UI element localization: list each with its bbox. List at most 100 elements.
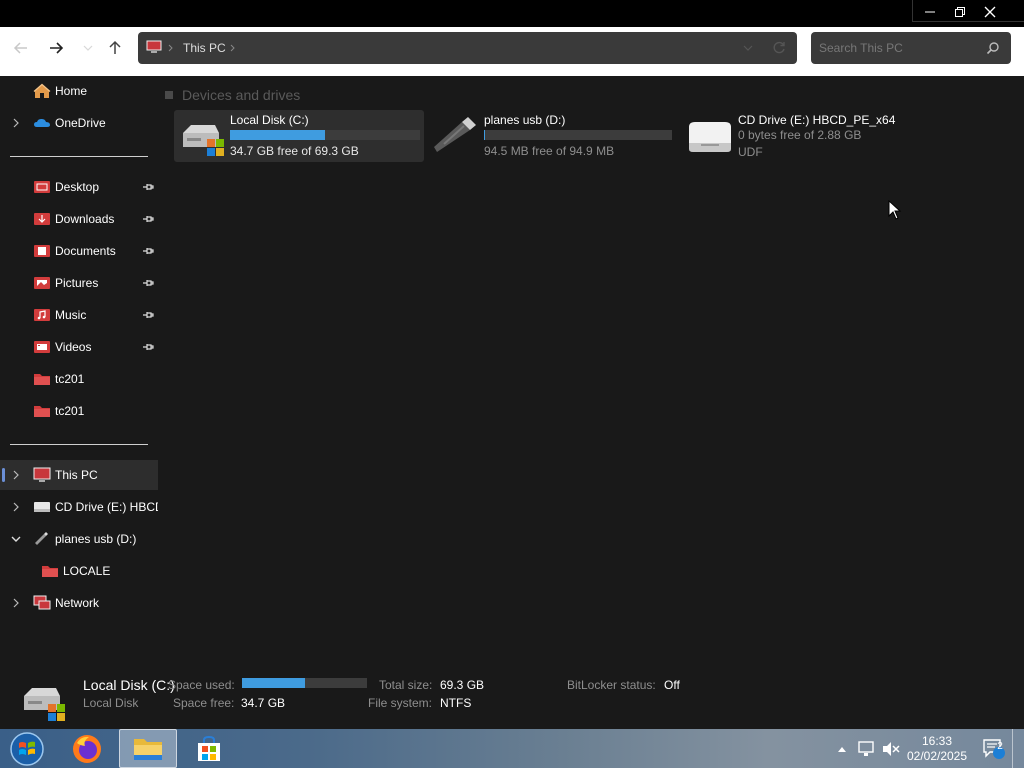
file-explorer-icon [134,738,162,760]
drive-free-space: 34.7 GB free of 69.3 GB [230,144,359,158]
drive-tile-e[interactable]: CD Drive (E:) HBCD_PE_x64 0 bytes free o… [682,110,932,162]
search-box[interactable]: Search This PC [811,32,1011,64]
clock-time: 16:33 [921,733,953,748]
sidebar-item-cd-drive[interactable]: CD Drive (E:) HBCD_PE_x64 [0,492,158,522]
music-folder-icon [34,309,50,321]
drive-usage-fill [230,130,325,140]
sidebar-item-this-pc[interactable]: This PC [0,460,158,490]
sidebar-item-desktop[interactable]: Desktop [0,172,158,202]
space-used-bar [242,678,367,688]
cd-drive-icon [34,502,50,512]
tray-volume[interactable] [880,729,902,768]
sidebar-item-label: Desktop [55,180,100,194]
network-status-icon [858,740,874,756]
windows-start-orb-icon [10,731,44,766]
show-desktop-button[interactable] [1012,729,1024,768]
title-bar [0,0,1024,27]
address-bar[interactable]: This PC [138,32,797,64]
address-dropdown-icon[interactable] [743,44,753,52]
search-icon [986,42,999,55]
tray-network[interactable] [856,729,878,768]
tray-clock[interactable]: 16:33 02/02/2025 [906,729,968,768]
sidebar-item-onedrive[interactable]: OneDrive [0,108,158,138]
close-button[interactable] [975,0,1005,24]
start-button[interactable] [4,729,50,768]
sidebar-item-label: Videos [55,340,92,354]
sidebar-item-label: tc201 [55,404,85,418]
documents-folder-icon [34,245,50,257]
collapse-icon[interactable] [164,90,174,100]
drive-name: Local Disk (C:) [230,113,309,127]
minimize-button[interactable] [915,0,945,24]
sidebar-item-downloads[interactable]: Downloads [0,204,158,234]
home-icon [33,83,51,98]
downloads-folder-icon [34,213,50,225]
details-drive-type: Local Disk [83,696,139,710]
usb-drive-icon [35,532,48,545]
sidebar-item-locale[interactable]: LOCALE [0,556,158,586]
taskbar-file-explorer[interactable] [119,729,177,768]
drive-name: CD Drive (E:) HBCD_PE_x64 [738,113,896,127]
chevron-right-icon[interactable] [10,469,22,481]
up-button[interactable] [104,37,126,59]
recent-locations-button[interactable] [77,37,99,59]
usb-drive-icon [434,117,476,152]
sidebar-item-tc201[interactable]: tc201 [0,364,158,394]
sidebar-item-label: OneDrive [55,116,106,130]
videos-folder-icon [34,341,50,353]
chevron-down-icon [83,45,93,51]
pin-icon[interactable] [142,278,154,288]
onedrive-icon [34,118,50,127]
notification-center-button[interactable]: 2 [980,729,1008,768]
chevron-down-icon[interactable] [10,533,22,545]
forward-arrow-icon [50,42,64,54]
taskbar-microsoft-store[interactable] [186,729,232,768]
section-header-devices[interactable]: Devices and drives [164,86,300,104]
sidebar-item-music[interactable]: Music [0,300,158,330]
sidebar-item-tc201[interactable]: tc201 [0,396,158,426]
forward-button[interactable] [45,37,67,59]
pin-icon[interactable] [142,310,154,320]
sidebar-item-usb-drive[interactable]: planes usb (D:) [0,524,158,554]
sidebar-item-videos[interactable]: Videos [0,332,158,362]
restore-icon [955,7,965,17]
refresh-icon[interactable] [772,41,786,55]
chevron-right-icon[interactable] [10,597,22,609]
drive-tile-d[interactable]: planes usb (D:) 94.5 MB free of 94.9 MB [428,110,678,162]
file-system-label: File system: [368,696,433,710]
folder-icon [34,374,50,385]
firefox-icon [73,734,101,763]
pin-icon[interactable] [142,246,154,256]
sidebar-item-network[interactable]: Network [0,588,158,618]
close-icon [984,6,996,18]
sidebar-item-label: Downloads [55,212,115,226]
desktop-folder-icon [34,181,50,193]
breadcrumb-this-pc[interactable]: This PC [183,41,226,55]
drive-free-space: 0 bytes free of 2.88 GB [738,128,862,142]
show-hidden-icons-button[interactable] [834,729,850,768]
pictures-folder-icon [34,277,50,289]
drive-filesystem: UDF [738,145,763,159]
space-used-label: Space used: [168,678,235,692]
drive-usage-bar [484,130,672,140]
sidebar-item-label: planes usb (D:) [55,532,137,546]
pin-icon[interactable] [142,182,154,192]
chevron-right-icon[interactable] [10,501,22,513]
drive-tile-c[interactable]: Local Disk (C:) 34.7 GB free of 69.3 GB [174,110,424,162]
back-button[interactable] [10,37,32,59]
restore-button[interactable] [945,0,975,24]
sidebar-item-documents[interactable]: Documents [0,236,158,266]
file-list-area[interactable] [160,76,1024,662]
back-arrow-icon [13,42,27,54]
taskbar-firefox[interactable] [64,729,110,768]
chevron-right-icon[interactable] [10,117,22,129]
sidebar-item-label: This PC [55,468,98,482]
details-drive-name: Local Disk (C:) [83,677,175,693]
pin-icon[interactable] [142,214,154,224]
sidebar-item-pictures[interactable]: Pictures [0,268,158,298]
search-input[interactable]: Search This PC [819,41,903,55]
pin-icon[interactable] [142,342,154,352]
sidebar-item-label: Network [55,596,100,610]
sidebar-item-home[interactable]: Home [0,76,158,106]
details-pane: Local Disk (C:) Local Disk Space used: S… [0,662,1024,729]
